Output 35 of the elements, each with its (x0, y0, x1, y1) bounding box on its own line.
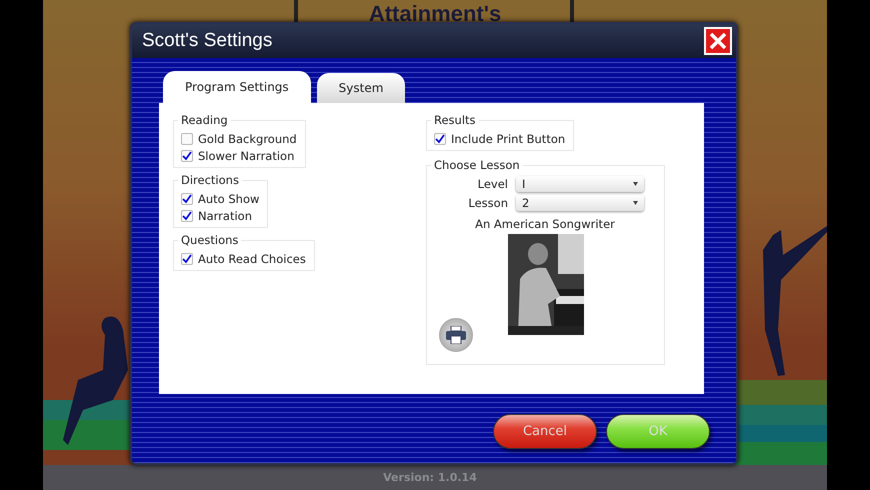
print-button[interactable] (439, 318, 473, 352)
close-icon (709, 32, 727, 50)
checkbox-label: Auto Read Choices (198, 252, 306, 266)
checkbox[interactable] (181, 133, 193, 145)
version-label: Version: 1.0.14 (383, 471, 477, 484)
field-label: Lesson (467, 196, 508, 210)
printer-icon (446, 326, 466, 344)
checkbox-label: Slower Narration (198, 149, 294, 163)
checkbox-label: Narration (198, 209, 252, 223)
checkbox[interactable] (181, 150, 193, 162)
chain-drawing (570, 0, 574, 22)
tab[interactable]: System (316, 73, 406, 103)
checkbox-label: Gold Background (198, 132, 297, 146)
app-title: Attainment's (368, 1, 502, 27)
group-title: Results (431, 113, 479, 127)
group-title: Questions (178, 233, 242, 247)
dropdown[interactable]: I (516, 176, 644, 192)
chain-drawing (294, 0, 298, 22)
caret-icon (633, 182, 638, 186)
tab[interactable]: Program Settings (163, 71, 311, 103)
field-label: Level (476, 177, 508, 191)
group-title: Directions (178, 173, 242, 187)
checkbox-label: Auto Show (198, 192, 260, 206)
lesson-caption: An American Songwriter (475, 217, 615, 231)
checkbox[interactable] (434, 133, 446, 145)
checkbox[interactable] (181, 193, 193, 205)
group-title: Reading (178, 113, 231, 127)
caret-icon (633, 201, 638, 205)
close-button[interactable] (704, 27, 732, 55)
dialog-title: Scott's Settings (142, 30, 272, 52)
checkbox[interactable] (181, 210, 193, 222)
group-title: Choose Lesson (431, 158, 523, 172)
dropdown[interactable]: 2 (516, 195, 644, 211)
checkbox[interactable] (181, 253, 193, 265)
checkbox-label: Include Print Button (451, 132, 566, 146)
